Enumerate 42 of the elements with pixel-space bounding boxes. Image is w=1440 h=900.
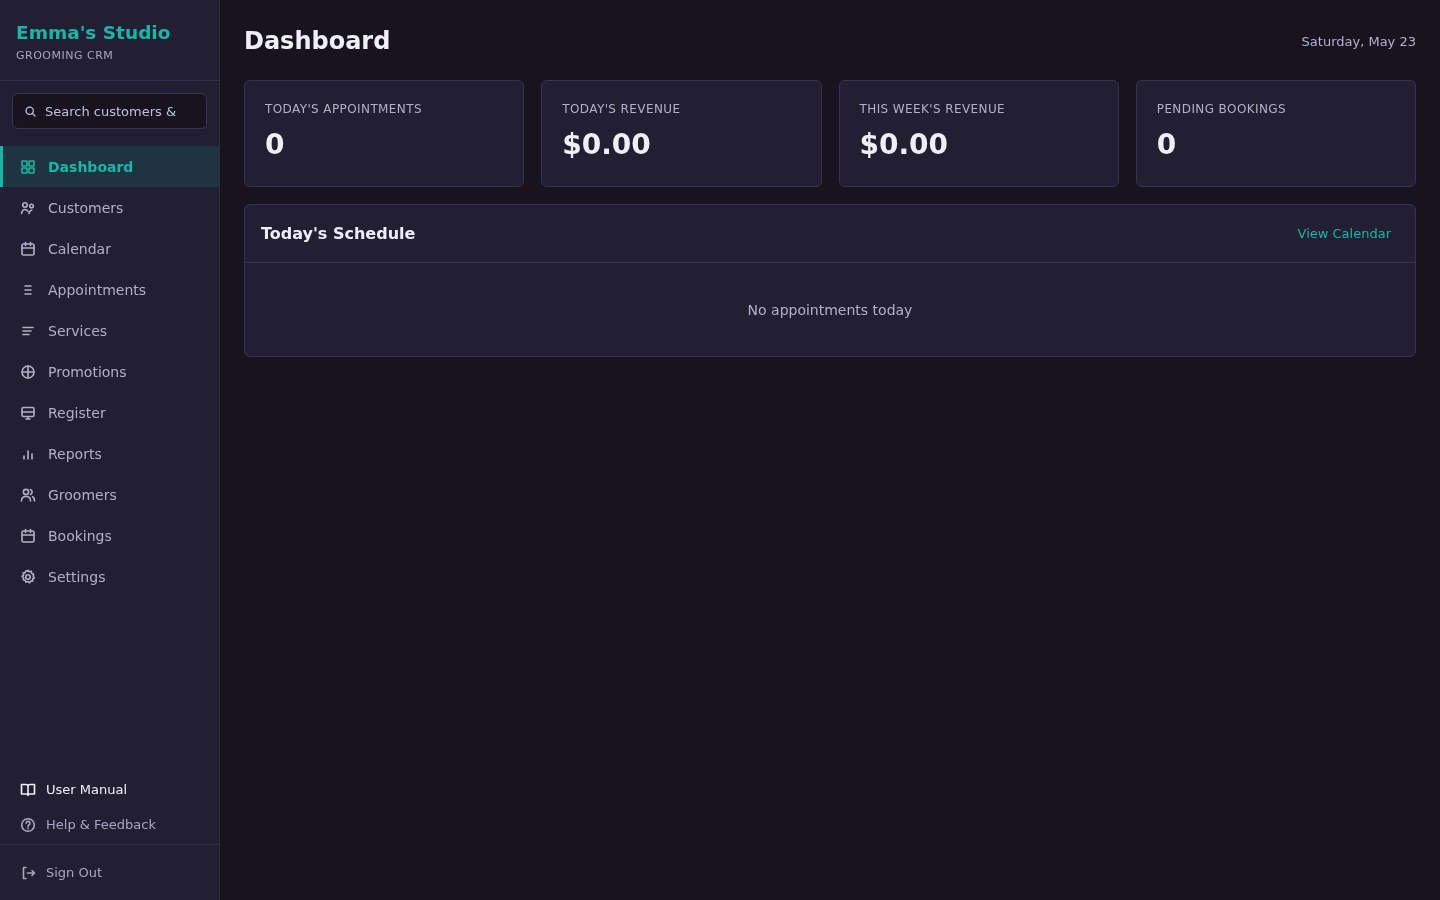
stat-label: TODAY'S APPOINTMENTS [265,102,423,117]
sign-out-button[interactable]: Sign Out [0,855,219,890]
stat-value: 0 [265,128,286,162]
nav-item[interactable]: Calendar [0,228,219,269]
stat-value: $0.00 [859,128,950,162]
search-field[interactable]: Search customers & [12,93,207,129]
circle-plus-icon [20,363,36,380]
settings-icon [20,568,36,585]
nav-item[interactable]: Settings [0,556,219,597]
panel-title: Today's Schedule [261,224,416,243]
users-icon [20,486,36,503]
stat-label: TODAY'S REVENUE [562,102,682,117]
stat-value: 0 [1156,128,1178,162]
stat-label: PENDING BOOKINGS [1156,102,1288,117]
nav-item[interactable]: Bookings [0,515,219,556]
sign-out-icon [20,864,36,881]
nav-item[interactable]: Services [0,310,219,351]
brand-subtitle: GROOMING CRM [16,49,115,63]
page-title: Dashboard [244,26,391,56]
stat-label: THIS WEEK'S REVENUE [859,102,1007,117]
monitor-icon [20,404,36,421]
sidebar-link[interactable]: User Manual [0,772,219,807]
view-calendar-link[interactable]: View Calendar [1297,226,1391,241]
sidebar-link[interactable]: Help & Feedback [0,807,219,842]
date-label: Saturday, May 23 [1301,33,1416,49]
calendar-icon [20,240,36,257]
empty-message: No appointments today [747,301,913,318]
calendar-icon [20,527,36,544]
nav-item[interactable]: Customers [0,187,219,228]
nav-item[interactable]: Promotions [0,351,219,392]
nav-item[interactable]: Reports [0,433,219,474]
nav-item[interactable]: Groomers [0,474,219,515]
grid-icon [20,158,36,175]
brand-title: Emma's Studio [16,22,172,44]
nav-item[interactable]: Appointments [0,269,219,310]
nav-item[interactable]: Dashboard [0,146,219,187]
stat-value: $0.00 [562,128,652,162]
search-icon [24,105,37,118]
people-icon [20,199,36,216]
help-icon [20,816,36,833]
book-icon [20,781,36,798]
nav-item[interactable]: Register [0,392,219,433]
